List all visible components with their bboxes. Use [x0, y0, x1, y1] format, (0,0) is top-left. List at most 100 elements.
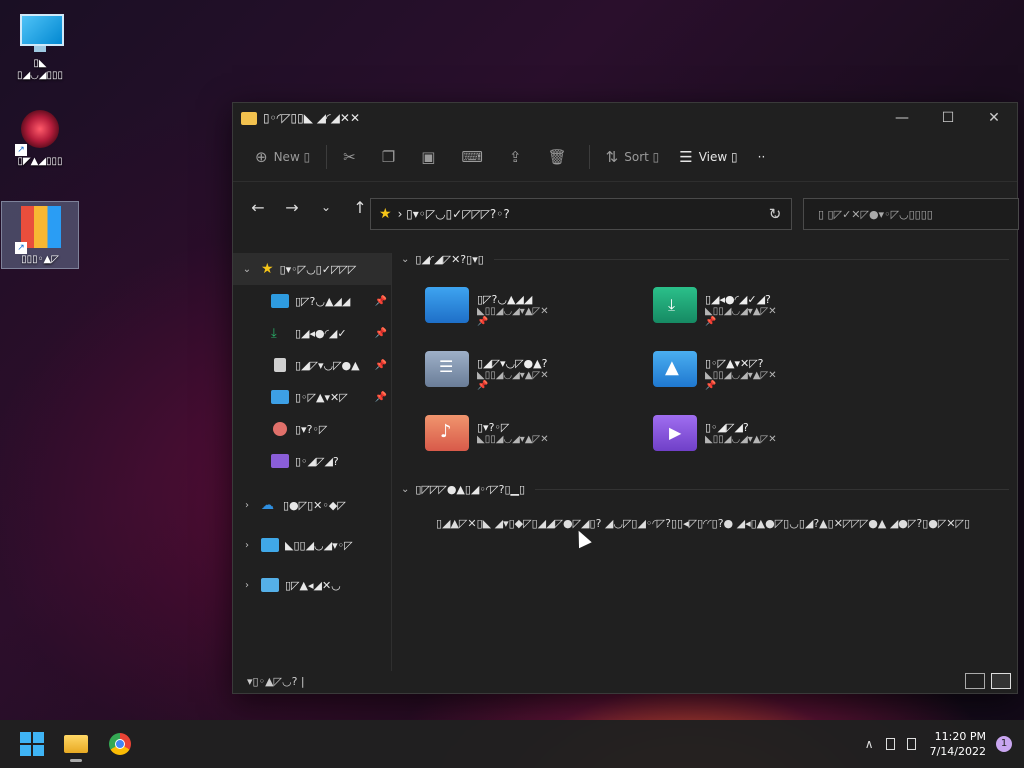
documents-folder-icon: ☰ — [425, 351, 469, 387]
section-title: ▯◢◜◢◸✕?▯▾▯ — [415, 253, 484, 266]
address-bar[interactable]: ★ › ▯▾◦◸◡▯✓◸◸◸?◦? ⌄ — [370, 198, 792, 230]
desktop-icon-label: ▯▯▯◦▲◸ — [21, 254, 59, 265]
folder-tile-downloads[interactable]: ⤓ ▯◢◂●◜◢✓◢? ◣▯▯◢◡◢▾▲◸✕ 📌 — [653, 277, 863, 333]
tiles-view-button[interactable] — [991, 673, 1011, 689]
chevron-right-icon[interactable]: › — [233, 580, 261, 591]
item-count: ▾▯◦▲◸◡? | — [247, 674, 305, 688]
new-button-label: New ▯ — [273, 150, 311, 164]
chevron-right-icon[interactable]: › — [233, 540, 261, 551]
folder-location: ◣▯▯◢◡◢▾▲◸✕ — [705, 306, 777, 317]
copy-button[interactable]: ❐ — [372, 141, 411, 173]
document-icon — [274, 358, 286, 372]
chevron-right-icon[interactable]: › — [233, 500, 261, 511]
recent-files-header[interactable]: ⌄ ▯◸◸◸●▲▯◢◦◜◸?▯▁▯ — [401, 483, 1009, 496]
start-button[interactable] — [12, 724, 52, 764]
folder-location: ◣▯▯◢◡◢▾▲◸✕ — [477, 306, 549, 317]
delete-button[interactable]: 🗑 — [538, 141, 583, 173]
chevron-down-icon: ⌄ — [401, 484, 410, 495]
sort-button[interactable]: ⇅ Sort ▯ — [596, 141, 670, 173]
forward-button[interactable]: → — [275, 198, 309, 217]
sidebar-item-desktop[interactable]: ▯◸?◡▲◢◢ 📌 — [233, 285, 391, 317]
copy-icon: ❐ — [381, 148, 396, 166]
desktop-icon-selected-shortcut[interactable]: ↗ ▯▯▯◦▲◸ — [1, 201, 79, 269]
folder-tile-music[interactable]: ♪ ▯▾?◦◸ ◣▯▯◢◡◢▾▲◸✕ — [425, 405, 635, 461]
this-pc-icon — [261, 538, 279, 552]
network-status-icon[interactable] — [885, 738, 895, 750]
music-folder-icon: ♪ — [425, 415, 469, 451]
more-options-button[interactable]: ·· — [748, 141, 776, 173]
search-input[interactable]: ▯ ▯◸✓✕◸●▾◦◸◡▯▯▯▯ — [803, 198, 1019, 230]
notification-badge[interactable]: 1 — [996, 736, 1012, 752]
rename-button[interactable]: ⌨ — [451, 141, 499, 173]
sidebar-item-this-pc[interactable]: › ◣▯▯◢◡◢▾◦◸ — [233, 525, 391, 565]
volume-icon[interactable] — [906, 738, 916, 750]
sidebar-item-network[interactable]: › ▯◸▲◂◢✕◡ — [233, 565, 391, 605]
sidebar-item-quick-access[interactable]: ⌄ ★ ▯▾◦◸◡▯✓◸◸◸ — [233, 253, 391, 285]
folder-tile-desktop[interactable]: ▯◸?◡▲◢◢ ◣▯▯◢◡◢▾▲◸✕ 📌 — [425, 277, 635, 333]
chevron-down-icon: ⌄ — [401, 254, 410, 265]
close-button[interactable]: ✕ — [971, 103, 1017, 133]
shortcut-arrow-icon: ↗ — [15, 144, 27, 156]
sidebar-item-label: ▯◢◸▾◡◸●▲ — [295, 358, 360, 372]
app-tile-icon: ↗ — [15, 206, 63, 254]
star-icon: ★ — [379, 206, 392, 222]
folder-name: ▯◸?◡▲◢◢ — [477, 293, 533, 306]
folder-name: ▯◢◂●◜◢✓◢? — [705, 293, 771, 306]
sidebar-item-label: ▯▾?◦◸ — [295, 422, 328, 436]
content-pane: ⌄ ▯◢◜◢◸✕?▯▾▯ ▯◸?◡▲◢◢ ◣▯▯◢◡◢▾▲◸✕ 📌 ⤓ ▯◢◂●◜… — [395, 253, 1011, 671]
sidebar-item-label: ▯◢◂●◜◢✓ — [295, 326, 347, 340]
back-button[interactable]: ← — [241, 198, 275, 217]
app-logo-icon: ↗ — [15, 108, 63, 156]
show-hidden-icons-button[interactable]: ∧ — [865, 737, 874, 751]
quick-access-header[interactable]: ⌄ ▯◢◜◢◸✕?▯▾▯ — [401, 253, 1009, 266]
lines-icon: ☰ — [439, 357, 454, 376]
recent-locations-button[interactable]: ⌄ — [309, 200, 343, 214]
pin-icon: 📌 — [477, 381, 489, 391]
maximize-button[interactable]: ☐ — [925, 103, 971, 133]
clock[interactable]: 11:20 PM 7/14/2022 — [930, 729, 986, 759]
pin-icon: 📌 — [374, 295, 387, 307]
sidebar-item-onedrive[interactable]: › ☁ ▯●◸▯✕◦◆◸ — [233, 485, 391, 525]
pin-icon: 📌 — [477, 317, 489, 327]
folder-name: ▯◦◸▲▾✕◸? — [705, 357, 764, 370]
folder-location: ◣▯▯◢◡◢▾▲◸✕ — [705, 434, 777, 445]
plus-circle-icon: ⊕ — [255, 148, 268, 166]
chevron-down-icon[interactable]: ⌄ — [233, 264, 261, 275]
pin-icon: 📌 — [374, 327, 387, 339]
desktop-folder-icon — [425, 287, 469, 323]
trash-icon: 🗑 — [547, 148, 567, 166]
play-icon: ▶ — [669, 423, 682, 442]
running-indicator — [70, 759, 82, 762]
details-view-button[interactable] — [965, 673, 985, 689]
paste-button[interactable]: ▣ — [411, 141, 451, 173]
sidebar-item-label: ▯◦◢◸◢? — [295, 454, 339, 468]
shortcut-arrow-icon: ↗ — [15, 242, 27, 254]
sidebar-item-videos[interactable]: ▯◦◢◸◢? — [233, 445, 391, 477]
toolbar-divider — [588, 145, 590, 169]
folder-name: ▯▾?◦◸ — [477, 421, 510, 434]
desktop-icon-app-shortcut[interactable]: ↗ ▯◤▲◢▯▯▯ — [2, 104, 78, 176]
share-button[interactable]: ⇪ — [499, 141, 538, 173]
folder-tile-pictures[interactable]: ▲ ▯◦◸▲▾✕◸? ◣▯▯◢◡◢▾▲◸✕ 📌 — [653, 341, 863, 397]
folder-tile-videos[interactable]: ▶ ▯◦◢◸◢? ◣▯▯◢◡◢▾▲◸✕ — [653, 405, 863, 461]
refresh-button[interactable]: ↻ — [760, 198, 790, 230]
minimize-button[interactable]: — — [879, 103, 925, 133]
folder-icon — [241, 111, 257, 125]
file-explorer-taskbar-button[interactable] — [56, 724, 96, 764]
music-icon — [273, 422, 287, 436]
sidebar-item-documents[interactable]: ▯◢◸▾◡◸●▲ 📌 — [233, 349, 391, 381]
chrome-taskbar-button[interactable] — [100, 724, 140, 764]
view-button[interactable]: ☰ View ▯ — [669, 141, 747, 173]
new-button[interactable]: ⊕ New ▯ — [245, 141, 320, 173]
more-options-label: ·· — [757, 150, 766, 164]
window-title: ▯◦◜◸▯▯◣ ◢◜◢✕✕ — [263, 111, 361, 125]
folder-tile-documents[interactable]: ☰ ▯◢◸▾◡◸●▲? ◣▯▯◢◡◢▾▲◸✕ 📌 — [425, 341, 635, 397]
title-bar[interactable]: ▯◦◜◸▯▯◣ ◢◜◢✕✕ — ☐ ✕ — [233, 103, 1017, 133]
sidebar-item-music[interactable]: ▯▾?◦◸ — [233, 413, 391, 445]
desktop-icon-this-pc[interactable]: ▯◣ ▯◢◡◢▯▯▯ — [2, 6, 78, 86]
sidebar-item-label: ▯◸▲◂◢✕◡ — [285, 578, 341, 592]
sidebar-item-downloads[interactable]: ⤓ ▯◢◂●◜◢✓ 📌 — [233, 317, 391, 349]
download-icon: ⤓ — [271, 325, 277, 341]
cut-button[interactable]: ✂ — [333, 141, 372, 173]
sidebar-item-pictures[interactable]: ▯◦◸▲▾✕◸ 📌 — [233, 381, 391, 413]
